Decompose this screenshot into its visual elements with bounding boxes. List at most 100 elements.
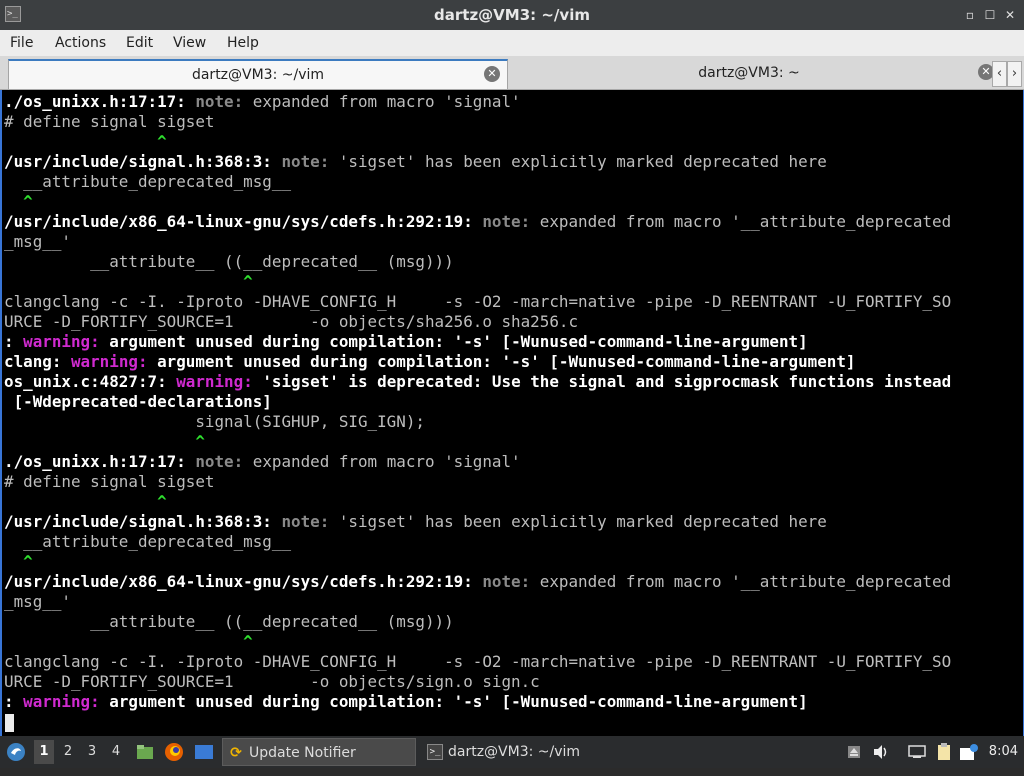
close-button[interactable]: ✕: [1003, 8, 1017, 22]
tab-scroll-left-button[interactable]: ‹: [992, 61, 1007, 87]
terminal-text: expanded from macro '__attribute_depreca…: [539, 212, 952, 231]
terminal-line: clangclang -c -I. -Iproto -DHAVE_CONFIG_…: [4, 652, 951, 672]
terminal-text: warning:: [176, 372, 263, 391]
terminal-text: URCE -D_FORTIFY_SOURCE=1 -o objects/sha2…: [4, 312, 579, 331]
terminal-line: __attribute__ ((__deprecated__ (msg))): [4, 252, 454, 272]
terminal-text: expanded from macro '__attribute_depreca…: [539, 572, 952, 591]
task-update-notifier[interactable]: ⟳ Update Notifier: [222, 738, 416, 766]
clock[interactable]: 8:04: [989, 736, 1018, 768]
clipboard-icon[interactable]: [934, 736, 954, 768]
terminal-line: ^: [4, 432, 205, 452]
maximize-button[interactable]: ☐: [983, 8, 997, 22]
terminal-text: ./os_unixx.h:17:17:: [4, 452, 196, 471]
terminal-line: __attribute__ ((__deprecated__ (msg))): [4, 612, 454, 632]
terminal-text: __attribute_deprecated_msg__: [4, 532, 292, 551]
show-desktop-icon[interactable]: [192, 736, 216, 768]
menu-actions[interactable]: Actions: [55, 35, 106, 51]
terminal-text: /usr/include/x86_64-linux-gnu/sys/cdefs.…: [4, 212, 483, 231]
terminal-line: ^: [4, 192, 33, 212]
volume-icon[interactable]: [870, 736, 892, 768]
terminal-text: clangclang -c -I. -Iproto -DHAVE_CONFIG_…: [4, 292, 952, 311]
tab-home[interactable]: dartz@VM3: ~ ✕: [509, 59, 994, 89]
terminal-line: URCE -D_FORTIFY_SOURCE=1 -o objects/sign…: [4, 672, 540, 692]
terminal-text: argument unused during compilation: '-s'…: [109, 692, 808, 711]
terminal-text: expanded from macro 'signal': [252, 92, 521, 111]
window-titlebar[interactable]: >_ dartz@VM3: ~/vim ▫ ☐ ✕: [0, 0, 1024, 30]
file-manager-icon[interactable]: [134, 736, 156, 768]
task-label: dartz@VM3: ~/vim: [448, 744, 581, 760]
terminal-text: note:: [482, 212, 540, 231]
taskbar: 1 2 3 4 ⟳ Update Notifier >_ dartz@VM3: …: [0, 736, 1024, 768]
terminal-line: ./os_unixx.h:17:17: note: expanded from …: [4, 452, 521, 472]
task-label: Update Notifier: [249, 745, 356, 761]
menu-bar: File Actions Edit View Help: [0, 30, 1024, 56]
network-icon[interactable]: [906, 736, 928, 768]
terminal-line: /usr/include/x86_64-linux-gnu/sys/cdefs.…: [4, 212, 951, 232]
terminal-line: : warning: argument unused during compil…: [4, 332, 808, 352]
tab-label: dartz@VM3: ~: [698, 65, 800, 81]
terminal-icon: >_: [427, 744, 443, 760]
task-terminal[interactable]: >_ dartz@VM3: ~/vim: [422, 738, 616, 766]
terminal-text: clangclang -c -I. -Iproto -DHAVE_CONFIG_…: [4, 652, 952, 671]
terminal-text: os_unix.c:4827:7:: [4, 372, 177, 391]
terminal-text: :: [4, 332, 24, 351]
update-icon: ⟳: [230, 745, 242, 761]
terminal-text: # define signal sigset: [4, 472, 215, 491]
terminal-text: # define signal sigset: [4, 112, 215, 131]
terminal-text: ./os_unixx.h:17:17:: [4, 92, 196, 111]
terminal-line: ^: [4, 552, 33, 572]
menu-edit[interactable]: Edit: [126, 35, 153, 51]
menu-file[interactable]: File: [10, 35, 33, 51]
terminal-line: __attribute_deprecated_msg__: [4, 172, 291, 192]
terminal-text: 'sigset' has been explicitly marked depr…: [338, 152, 827, 171]
terminal-text: _msg__': [4, 592, 71, 611]
tab-vim[interactable]: dartz@VM3: ~/vim ✕: [8, 59, 508, 89]
terminal-line: # define signal sigset: [4, 112, 214, 132]
menu-help[interactable]: Help: [227, 35, 259, 51]
terminal-line: ./os_unixx.h:17:17: note: expanded from …: [4, 92, 521, 112]
terminal-text: note:: [195, 452, 253, 471]
terminal-output[interactable]: ./os_unixx.h:17:17: note: expanded from …: [0, 90, 1024, 736]
menu-view[interactable]: View: [173, 35, 206, 51]
terminal-line: /usr/include/signal.h:368:3: note: 'sigs…: [4, 512, 827, 532]
workspace-2[interactable]: 2: [58, 740, 78, 764]
terminal-line: ^: [4, 632, 253, 652]
terminal-text: warning:: [23, 692, 110, 711]
terminal-line: _msg__': [4, 592, 71, 612]
terminal-line: [-Wdeprecated-declarations]: [4, 392, 272, 412]
terminal-text: __attribute_deprecated_msg__: [4, 172, 292, 191]
terminal-text: 'sigset' is deprecated: Use the signal a…: [262, 372, 952, 391]
notification-icon[interactable]: [958, 736, 980, 768]
terminal-line: # define signal sigset: [4, 472, 214, 492]
terminal-text: note:: [482, 572, 540, 591]
terminal-text: argument unused during compilation: '-s'…: [109, 332, 808, 351]
firefox-icon[interactable]: [162, 736, 186, 768]
terminal-text: /usr/include/x86_64-linux-gnu/sys/cdefs.…: [4, 572, 483, 591]
terminal-text: _msg__': [4, 232, 71, 251]
terminal-line: ^: [4, 132, 167, 152]
start-menu-icon[interactable]: [2, 736, 30, 768]
terminal-text: ^: [4, 552, 33, 571]
terminal-text: warning:: [70, 352, 158, 371]
terminal-line: __attribute_deprecated_msg__: [4, 532, 291, 552]
minimize-button[interactable]: ▫: [963, 8, 977, 22]
terminal-text: /usr/include/signal.h:368:3:: [4, 152, 282, 171]
terminal-line: /usr/include/signal.h:368:3: note: 'sigs…: [4, 152, 827, 172]
terminal-text: 'sigset' has been explicitly marked depr…: [338, 512, 827, 531]
window-title: dartz@VM3: ~/vim: [434, 6, 590, 24]
terminal-text: /usr/include/signal.h:368:3:: [4, 512, 282, 531]
terminal-text: clang:: [4, 352, 71, 371]
workspace-4[interactable]: 4: [106, 740, 126, 764]
terminal-text: URCE -D_FORTIFY_SOURCE=1 -o objects/sign…: [4, 672, 540, 691]
close-tab-icon[interactable]: ✕: [484, 66, 500, 82]
workspace-3[interactable]: 3: [82, 740, 102, 764]
tab-scroll-right-button[interactable]: ›: [1007, 61, 1022, 87]
terminal-text: ^: [4, 192, 33, 211]
workspace-1[interactable]: 1: [34, 740, 54, 764]
terminal-line: _msg__': [4, 232, 71, 252]
terminal-line: ^: [4, 492, 167, 512]
tab-label: dartz@VM3: ~/vim: [191, 67, 325, 83]
tab-bar: dartz@VM3: ~/vim ✕ dartz@VM3: ~ ✕: [0, 56, 1024, 90]
eject-icon[interactable]: [844, 736, 864, 768]
terminal-text: ^: [4, 132, 167, 151]
